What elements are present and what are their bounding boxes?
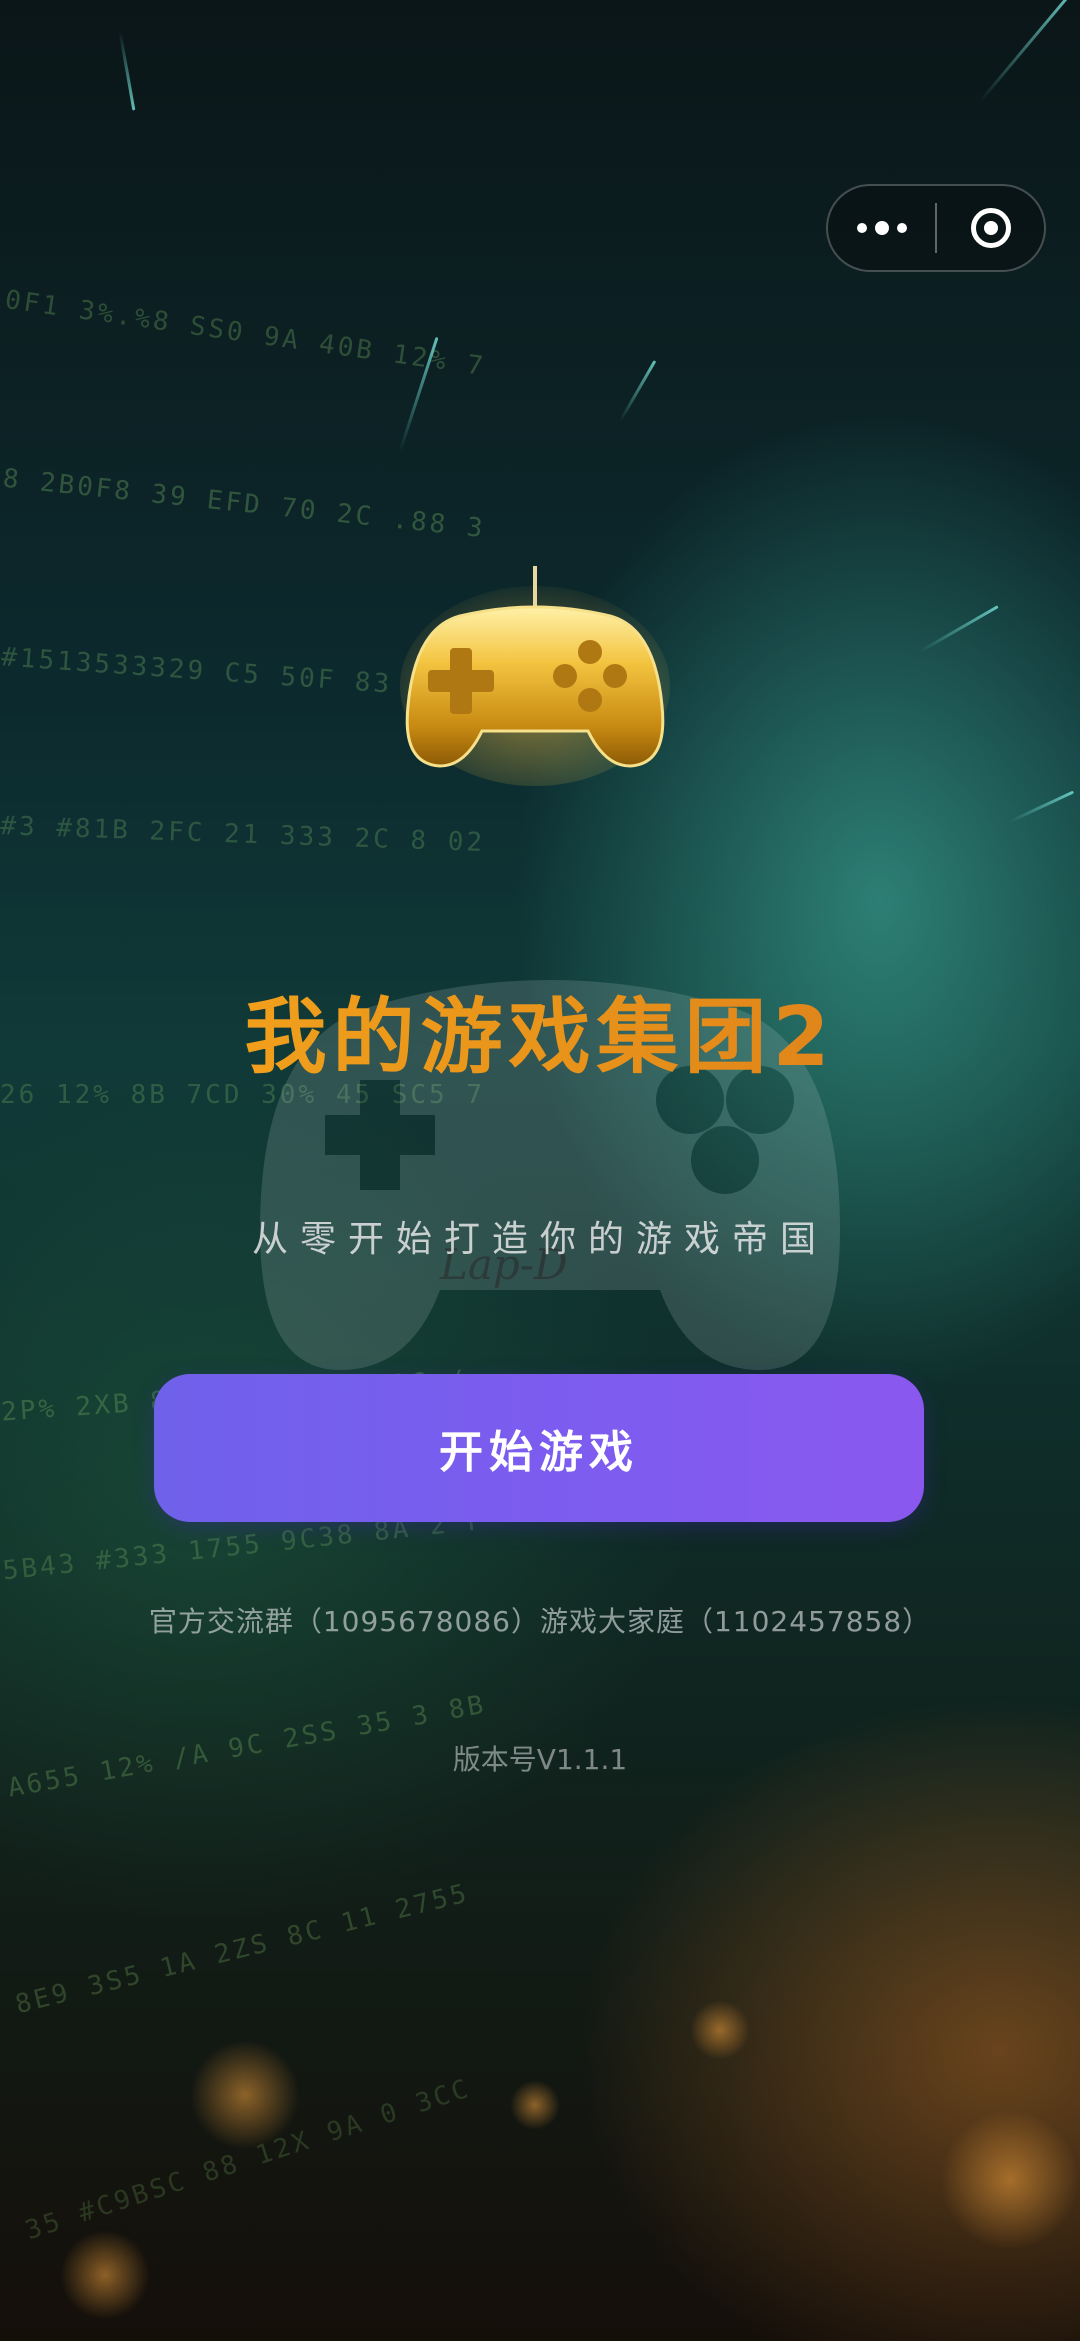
mini-program-capsule [826, 184, 1046, 272]
game-title: 我的游戏集团2 [0, 970, 1080, 1089]
bokeh-light [190, 2040, 300, 2150]
gold-gamepad-logo-icon [400, 566, 670, 786]
light-streak [978, 0, 1072, 103]
more-menu-button[interactable] [828, 186, 935, 270]
start-game-label: 开始游戏 [439, 1427, 639, 1478]
game-launch-screen: 0F1 3%.%8 SS0 9A 40B 12% 7 8 2B0F8 39 EF… [0, 0, 1080, 2341]
official-groups-text: 官方交流群（1095678086）游戏大家庭（1102457858） [148, 1605, 932, 1638]
light-streak [919, 605, 999, 653]
start-game-button[interactable]: 开始游戏 [154, 1374, 924, 1522]
bokeh-light [690, 2000, 750, 2060]
close-mini-program-button[interactable] [937, 186, 1044, 270]
more-dot-icon [896, 223, 907, 233]
more-dot-icon [856, 223, 867, 233]
game-subtitle: 从零开始打造你的游戏帝国 [251, 1219, 828, 1260]
bokeh-light [60, 2230, 150, 2320]
code-stream-line: 0F1 3%.%8 SS0 9A 40B 12% 7 [3, 284, 488, 383]
code-stream-line: 35 #C9BSC 88 12X 9A 0 3CC [21, 2073, 475, 2247]
code-stream-line: #3 #81B 2FC 21 333 2C 8 02 [0, 811, 486, 859]
version-text: 版本号V1.1.1 [452, 1743, 628, 1776]
bokeh-light [940, 2110, 1080, 2250]
light-streak [1009, 790, 1075, 823]
light-streak [118, 31, 136, 111]
bokeh-light [510, 2080, 560, 2130]
target-circle-icon [970, 208, 1011, 248]
more-dot-icon [874, 221, 889, 235]
